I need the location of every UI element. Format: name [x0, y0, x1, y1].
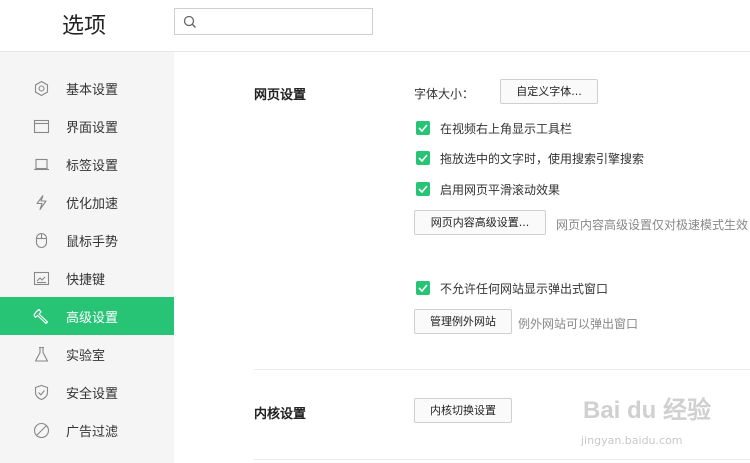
sidebar-item-label: 优化加速: [66, 197, 119, 212]
checkmark-icon: [418, 124, 428, 132]
custom-font-button[interactable]: 自定义字体...: [500, 79, 598, 104]
header-bar: 选项: [0, 0, 750, 52]
sidebar-item-advanced[interactable]: 高级设置: [0, 297, 174, 335]
checkbox-label: 启用网页平滑滚动效果: [440, 183, 561, 197]
advanced-content-button[interactable]: 网页内容高级设置...: [414, 210, 546, 235]
sidebar-item-label: 实验室: [66, 349, 106, 364]
sidebar-item-label: 高级设置: [66, 311, 119, 326]
exceptions-hint: 例外网站可以弹出窗口: [518, 317, 639, 331]
mouse-icon: [35, 232, 48, 249]
sidebar-item-basic[interactable]: 基本设置: [0, 69, 174, 107]
search-input[interactable]: [174, 8, 373, 35]
kernel-settings-title: 内核设置: [254, 407, 307, 422]
sidebar-item-label: 标签设置: [66, 159, 119, 174]
block-icon: [33, 422, 50, 439]
section-divider: [254, 459, 750, 460]
sidebar-item-label: 广告过滤: [66, 425, 119, 440]
search-icon: [183, 15, 196, 28]
sidebar-item-tabs[interactable]: 标签设置: [0, 145, 174, 183]
checkbox-label: 拖放选中的文字时，使用搜索引擎搜索: [440, 152, 645, 166]
checkbox-label: 在视频右上角显示工具栏: [440, 122, 573, 136]
wrench-icon: [33, 308, 49, 325]
checkmark-icon: [418, 185, 428, 193]
sidebar-item-mouse[interactable]: 鼠标手势: [0, 221, 174, 259]
checkmark-icon: [418, 154, 428, 162]
watermark-logo-text: Bai du 经验: [583, 397, 712, 424]
checkbox-checked[interactable]: [416, 281, 430, 295]
gear-icon: [34, 80, 49, 97]
manage-exceptions-button[interactable]: 管理例外网站: [414, 309, 512, 334]
sidebar-item-label: 鼠标手势: [66, 235, 119, 250]
sidebar-item-speed[interactable]: 优化加速: [0, 183, 174, 221]
checkmark-icon: [418, 284, 428, 292]
sidebar-item-interface[interactable]: 界面设置: [0, 107, 174, 145]
checkbox-checked[interactable]: [416, 151, 430, 165]
sidebar: 基本设置 界面设置 标签设置 优化加速 鼠标手势 快捷键 高级设置 实验室 安全…: [0, 52, 174, 463]
lightning-icon: [36, 195, 47, 211]
shield-icon: [34, 384, 49, 401]
sidebar-item-adblock[interactable]: 广告过滤: [0, 411, 174, 449]
checkbox-checked[interactable]: [416, 121, 430, 135]
kernel-switch-button[interactable]: 内核切换设置: [414, 398, 512, 423]
font-size-label: 字体大小：: [414, 87, 475, 101]
tab-icon: [34, 158, 49, 171]
flask-icon: [34, 346, 49, 362]
sidebar-item-label: 快捷键: [66, 273, 106, 288]
page-title: 选项: [62, 14, 107, 39]
section-divider: [254, 369, 750, 370]
web-settings-title: 网页设置: [254, 88, 307, 103]
checkbox-label: 不允许任何网站显示弹出式窗口: [440, 282, 609, 296]
sidebar-item-lab[interactable]: 实验室: [0, 335, 174, 373]
sidebar-item-label: 基本设置: [66, 83, 119, 98]
baidu-watermark: Bai du 经验 jingyan.baidu.com: [555, 384, 745, 456]
sidebar-item-label: 界面设置: [66, 121, 119, 136]
keyboard-icon: [33, 271, 50, 286]
sidebar-item-security[interactable]: 安全设置: [0, 373, 174, 411]
window-icon: [33, 119, 50, 134]
advanced-content-hint: 网页内容高级设置仅对极速模式生效: [556, 218, 749, 232]
sidebar-item-shortcuts[interactable]: 快捷键: [0, 259, 174, 297]
watermark-url: jingyan.baidu.com: [581, 434, 683, 447]
checkbox-checked[interactable]: [416, 182, 430, 196]
sidebar-item-label: 安全设置: [66, 387, 119, 402]
